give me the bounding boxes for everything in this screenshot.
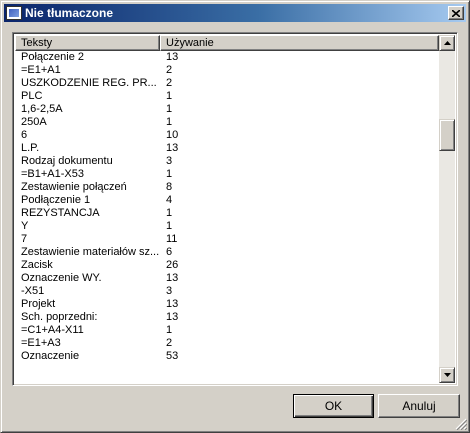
list-item[interactable]: Połączenie 2 13 [15, 51, 439, 64]
list-item[interactable]: =B1+A1-X53 1 [15, 168, 439, 181]
cell-usage: 1 [166, 207, 173, 219]
cell-usage: 1 [166, 90, 173, 102]
arrow-down-icon [443, 373, 451, 377]
list-item[interactable]: Sch. poprzedni: 13 [15, 311, 439, 324]
scroll-up-button[interactable] [439, 35, 455, 51]
dialog-window: Nie tłumaczone Teksty Używanie Połączeni… [0, 0, 470, 433]
cell-usage: 8 [166, 181, 173, 193]
cell-text: Rodzaj dokumentu [21, 155, 113, 167]
list-item[interactable]: Zacisk 26 [15, 259, 439, 272]
cell-text: Podłączenie 1 [21, 194, 91, 206]
list-item[interactable]: Rodzaj dokumentu 3 [15, 155, 439, 168]
list-item[interactable]: Podłączenie 1 4 [15, 194, 439, 207]
cell-text: REZYSTANCJA [21, 207, 100, 219]
list-item[interactable]: 1,6-2,5A 1 [15, 103, 439, 116]
list-item[interactable]: =C1+A4-X11 1 [15, 324, 439, 337]
cell-usage: 53 [166, 350, 179, 362]
cell-text: -X51 [21, 285, 45, 297]
list-item[interactable]: -X51 3 [15, 285, 439, 298]
cancel-button[interactable]: Anuluj [378, 394, 460, 418]
title-bar[interactable]: Nie tłumaczone [4, 4, 466, 22]
cell-usage: 1 [166, 168, 173, 180]
resize-grip-icon[interactable] [455, 418, 467, 430]
cell-text: Zestawienie materiałów sz... [21, 246, 160, 258]
ok-button[interactable]: OK [293, 394, 374, 418]
column-header-usage[interactable]: Używanie [160, 35, 439, 51]
list-item[interactable]: 6 10 [15, 129, 439, 142]
cell-text: Zacisk [21, 259, 53, 271]
cell-usage: 3 [166, 155, 173, 167]
cell-usage: 1 [166, 220, 173, 232]
cell-text: Oznaczenie [21, 350, 80, 362]
scroll-down-button[interactable] [439, 367, 455, 383]
list-item[interactable]: Projekt 13 [15, 298, 439, 311]
cell-text: L.P. [21, 142, 40, 154]
cell-usage: 2 [166, 337, 173, 349]
cell-text: 7 [21, 233, 28, 245]
cell-usage: 13 [166, 142, 179, 154]
list-item[interactable]: 7 11 [15, 233, 439, 246]
cell-text: Połączenie 2 [21, 51, 84, 63]
list-item[interactable]: REZYSTANCJA 1 [15, 207, 439, 220]
list-item[interactable]: L.P. 13 [15, 142, 439, 155]
list-item[interactable]: =E1+A3 2 [15, 337, 439, 350]
list-item[interactable]: Zestawienie materiałów sz... 6 [15, 246, 439, 259]
cell-usage: 1 [166, 116, 173, 128]
app-icon [6, 6, 22, 20]
list-item[interactable]: Zestawienie połączeń 8 [15, 181, 439, 194]
cell-usage: 13 [166, 311, 179, 323]
list-item[interactable]: USZKODZENIE REG. PR... 2 [15, 77, 439, 90]
cell-text: 250A [21, 116, 47, 128]
column-header-texts[interactable]: Teksty [15, 35, 160, 51]
cell-text: Y [21, 220, 29, 232]
arrow-up-icon [443, 41, 451, 45]
cell-usage: 2 [166, 77, 173, 89]
cell-text: 6 [21, 129, 28, 141]
cell-text: 1,6-2,5A [21, 103, 63, 115]
list-rows: Połączenie 2 13 =E1+A1 2 USZKODZENIE REG. PR… [15, 51, 439, 383]
cell-text: Zestawienie połączeń [21, 181, 127, 193]
cell-text: Projekt [21, 298, 56, 310]
cell-usage: 13 [166, 272, 179, 284]
list-item[interactable]: 250A 1 [15, 116, 439, 129]
list-item[interactable]: Oznaczenie 53 [15, 350, 439, 363]
texts-list[interactable]: Teksty Używanie Połączenie 2 13 =E1+A1 2 USZ… [12, 32, 458, 386]
cell-usage: 4 [166, 194, 173, 206]
cell-usage: 10 [166, 129, 179, 141]
close-button[interactable] [448, 6, 464, 20]
cell-text: PLC [21, 90, 43, 102]
cell-usage: 1 [166, 324, 173, 336]
list-header: Teksty Używanie [15, 35, 439, 51]
close-icon [452, 9, 460, 17]
list-item[interactable]: Oznaczenie WY. 13 [15, 272, 439, 285]
cell-usage: 3 [166, 285, 173, 297]
cell-text: =B1+A1-X53 [21, 168, 84, 180]
window-title: Nie tłumaczone [25, 6, 114, 20]
cell-usage: 6 [166, 246, 173, 258]
cell-text: =E1+A3 [21, 337, 61, 349]
cell-usage: 1 [166, 103, 173, 115]
vertical-scrollbar[interactable] [439, 35, 455, 383]
cell-text: USZKODZENIE REG. PR... [21, 77, 157, 89]
scroll-thumb[interactable] [439, 119, 455, 151]
list-item[interactable]: PLC 1 [15, 90, 439, 103]
cell-usage: 2 [166, 64, 173, 76]
cell-usage: 26 [166, 259, 179, 271]
cell-text: Sch. poprzedni: [21, 311, 98, 323]
cell-usage: 11 [166, 233, 178, 245]
cell-text: =C1+A4-X11 [21, 324, 84, 336]
list-item[interactable]: =E1+A1 2 [15, 64, 439, 77]
cell-text: Oznaczenie WY. [21, 272, 102, 284]
list-item[interactable]: Y1 [15, 220, 439, 233]
cell-usage: 13 [166, 298, 179, 310]
cell-text: =E1+A1 [21, 64, 61, 76]
cell-usage: 13 [166, 51, 179, 63]
